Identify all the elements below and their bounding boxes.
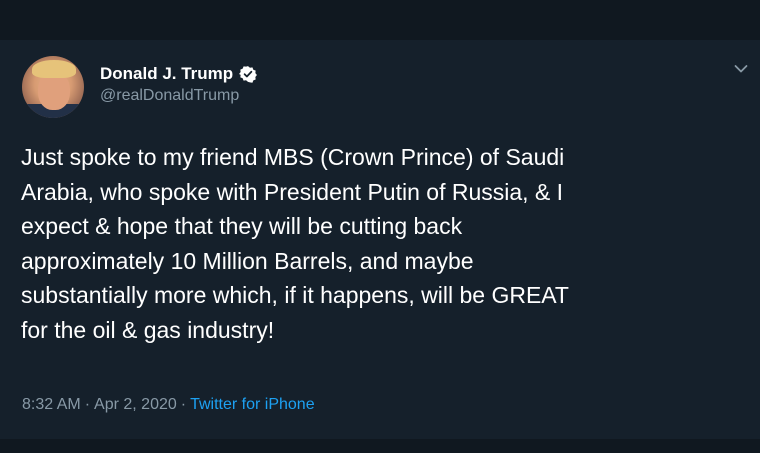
avatar[interactable]: [22, 56, 84, 118]
avatar-hair: [32, 60, 76, 78]
tweet-time[interactable]: 8:32 AM: [22, 396, 81, 414]
screenshot-frame: Donald J. Trump @realDonaldTrump Just sp…: [0, 0, 760, 453]
meta-separator: ·: [180, 396, 187, 413]
top-background-band: [0, 0, 760, 40]
tweet-date[interactable]: Apr 2, 2020: [94, 396, 177, 414]
tweet-meta: 8:32 AM · Apr 2, 2020 · Twitter for iPho…: [22, 396, 315, 414]
tweet-card[interactable]: Donald J. Trump @realDonaldTrump Just sp…: [0, 40, 760, 439]
verified-badge-icon: [239, 66, 258, 83]
meta-separator: ·: [84, 396, 91, 413]
display-name-row: Donald J. Trump: [100, 64, 258, 84]
display-name[interactable]: Donald J. Trump: [100, 64, 233, 84]
tweet-text: Just spoke to my friend MBS (Crown Princ…: [21, 144, 569, 343]
user-handle[interactable]: @realDonaldTrump: [100, 87, 257, 105]
tweet-source-link[interactable]: Twitter for iPhone: [190, 396, 315, 414]
chevron-down-icon[interactable]: [734, 64, 748, 74]
bottom-background-band: [0, 439, 760, 453]
tweet-author: Donald J. Trump @realDonaldTrump: [100, 64, 258, 105]
